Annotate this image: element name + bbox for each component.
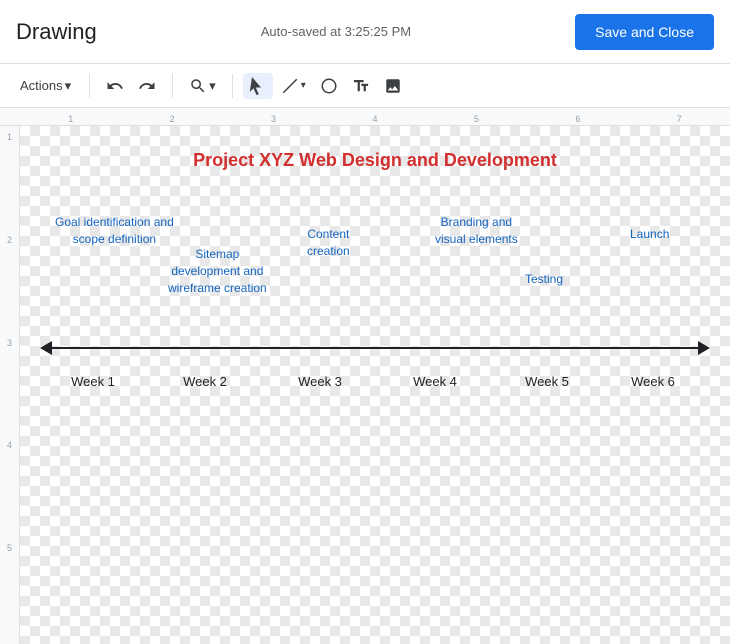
zoom-icon: [189, 77, 207, 95]
canvas-title: Project XYZ Web Design and Development: [193, 150, 557, 171]
arrow-line: [52, 347, 698, 349]
redo-icon: [138, 77, 156, 95]
left-ruler-mark: 5: [7, 541, 12, 644]
tool-group: ▾: [243, 73, 408, 99]
task-label-sitemap: Sitemap development and wireframe creati…: [168, 246, 267, 296]
actions-label: Actions: [20, 78, 63, 93]
left-ruler: 12345: [0, 126, 20, 644]
toolbar-separator-3: [232, 74, 233, 98]
line-arrow-icon: ▾: [301, 80, 306, 91]
left-ruler-mark: 4: [7, 438, 12, 541]
top-ruler: 1234567: [0, 108, 730, 126]
canvas-wrapper: 12345 Project XYZ Web Design and Develop…: [0, 126, 730, 644]
select-cursor-icon: [249, 77, 267, 95]
toolbar-separator-1: [89, 74, 90, 98]
ruler-mark: 5: [426, 114, 527, 125]
task-label-content: Content creation: [307, 226, 350, 260]
shape-tool-button[interactable]: [314, 73, 344, 99]
ruler-mark: 2: [121, 114, 222, 125]
week-label: Week 5: [525, 374, 569, 389]
ruler-mark: 3: [223, 114, 324, 125]
app-title: Drawing: [16, 19, 97, 45]
left-ruler-mark: 2: [7, 233, 12, 336]
undo-button[interactable]: [100, 73, 130, 99]
ruler-mark: 6: [527, 114, 628, 125]
drawing-canvas[interactable]: Project XYZ Web Design and Development G…: [20, 126, 730, 644]
arrow-head-left: [40, 341, 52, 355]
task-label-goal: Goal identification and scope definition: [55, 214, 174, 248]
week-label: Week 6: [631, 374, 675, 389]
ruler-mark: 7: [629, 114, 730, 125]
zoom-button[interactable]: ▾: [183, 73, 222, 99]
left-ruler-mark: 3: [7, 336, 12, 439]
save-close-button[interactable]: Save and Close: [575, 14, 714, 50]
ruler-mark: 4: [324, 114, 425, 125]
actions-arrow-icon: ▾: [65, 78, 72, 94]
zoom-group: ▾: [183, 73, 222, 99]
week-label: Week 4: [413, 374, 457, 389]
toolbar: Actions ▾ ▾ ▾: [0, 64, 730, 108]
select-tool-button[interactable]: [243, 73, 273, 99]
left-ruler-mark: 1: [7, 130, 12, 233]
week-label: Week 2: [183, 374, 227, 389]
image-icon: [384, 77, 402, 95]
top-bar: Drawing Auto-saved at 3:25:25 PM Save an…: [0, 0, 730, 64]
actions-button[interactable]: Actions ▾: [12, 74, 79, 98]
line-icon: [281, 77, 299, 95]
arrow-head-right: [698, 341, 710, 355]
image-tool-button[interactable]: [378, 73, 408, 99]
zoom-arrow-icon: ▾: [209, 78, 216, 94]
task-label-branding: Branding and visual elements: [435, 214, 518, 248]
ruler-marks: 1234567: [20, 114, 730, 125]
ruler-mark: 1: [20, 114, 121, 125]
undo-icon: [106, 77, 124, 95]
timeline-arrow: [40, 341, 710, 355]
redo-button[interactable]: [132, 73, 162, 99]
shape-icon: [320, 77, 338, 95]
actions-group: Actions ▾: [12, 74, 79, 98]
week-label: Week 1: [71, 374, 115, 389]
task-label-testing: Testing: [525, 271, 563, 288]
task-label-launch: Launch: [630, 226, 669, 243]
autosave-status: Auto-saved at 3:25:25 PM: [261, 24, 411, 39]
toolbar-separator-2: [172, 74, 173, 98]
text-tool-button[interactable]: [346, 73, 376, 99]
text-icon: [352, 77, 370, 95]
undo-redo-group: [100, 73, 162, 99]
line-tool-button[interactable]: ▾: [275, 73, 312, 99]
week-label: Week 3: [298, 374, 342, 389]
